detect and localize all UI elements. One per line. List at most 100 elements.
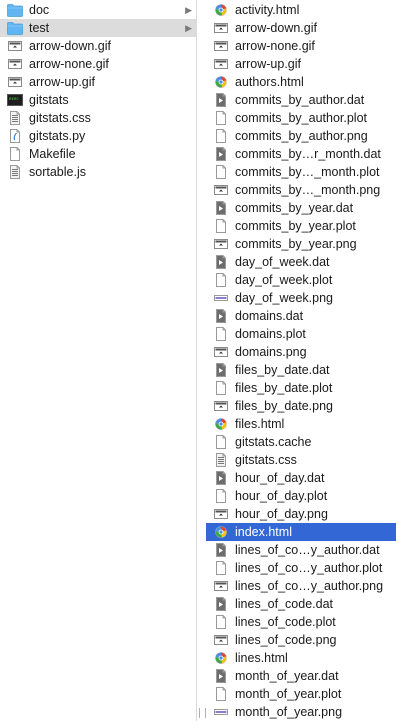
file-name-label: Makefile (29, 147, 76, 161)
file-name-label: month_of_year.png (235, 705, 343, 719)
document-icon (213, 687, 229, 701)
file-name-label: arrow-down.gif (235, 21, 317, 35)
document-icon (213, 489, 229, 503)
file-name-label: lines_of_co…y_author.dat (235, 543, 380, 557)
right-item-lines-html[interactable]: lines.html (206, 649, 396, 667)
left-item-arrow-down-gif[interactable]: arrow-down.gif (0, 37, 196, 55)
file-name-label: lines_of_co…y_author.plot (235, 561, 383, 575)
left-item-makefile[interactable]: Makefile (0, 145, 196, 163)
file-name-label: commits_by_year.png (235, 237, 357, 251)
right-item-gitstats-css[interactable]: gitstats.css (206, 451, 396, 469)
right-item-arrow-none-gif[interactable]: arrow-none.gif (206, 37, 396, 55)
left-column-list[interactable]: doc ▶ test ▶ arrow-down.gif arrow-none.gif arr… (0, 0, 196, 721)
right-item-commits-by-year-dat[interactable]: commits_by_year.dat (206, 199, 396, 217)
left-item-doc[interactable]: doc ▶ (0, 1, 196, 19)
left-item-arrow-up-gif[interactable]: arrow-up.gif (0, 73, 196, 91)
right-item-domains-png[interactable]: domains.png (206, 343, 396, 361)
file-name-label: files_by_date.dat (235, 363, 330, 377)
right-item-lines-of-co-y-author-dat[interactable]: lines_of_co…y_author.dat (206, 541, 396, 559)
left-item-test[interactable]: test ▶ (0, 19, 196, 37)
file-name-label: gitstats.cache (235, 435, 312, 449)
right-item-commits-by-r-month-dat[interactable]: commits_by…r_month.dat (206, 145, 396, 163)
python-file-icon (7, 129, 23, 143)
right-item-domains-dat[interactable]: domains.dat (206, 307, 396, 325)
right-item-commits-by-month-plot[interactable]: commits_by…_month.plot (206, 163, 396, 181)
right-item-hour-of-day-png[interactable]: hour_of_day.png (206, 505, 396, 523)
right-item-lines-of-co-y-author-png[interactable]: lines_of_co…y_author.png (206, 577, 396, 595)
right-item-day-of-week-dat[interactable]: day_of_week.dat (206, 253, 396, 271)
right-item-files-by-date-png[interactable]: files_by_date.png (206, 397, 396, 415)
file-name-label: arrow-none.gif (235, 39, 315, 53)
right-item-files-by-date-dat[interactable]: files_by_date.dat (206, 361, 396, 379)
right-item-hour-of-day-plot[interactable]: hour_of_day.plot (206, 487, 396, 505)
image-file-icon (213, 579, 229, 593)
file-name-label: domains.png (235, 345, 307, 359)
file-name-label: commits_by…r_month.dat (235, 147, 381, 161)
document-icon (213, 273, 229, 287)
document-icon (213, 615, 229, 629)
right-item-files-html[interactable]: files.html (206, 415, 396, 433)
html-file-icon (213, 3, 229, 17)
document-icon (213, 381, 229, 395)
right-item-commits-by-year-png[interactable]: commits_by_year.png (206, 235, 396, 253)
right-item-lines-of-co-y-author-plot[interactable]: lines_of_co…y_author.plot (206, 559, 396, 577)
right-item-lines-of-code-plot[interactable]: lines_of_code.plot (206, 613, 396, 631)
right-item-lines-of-code-dat[interactable]: lines_of_code.dat (206, 595, 396, 613)
css-file-icon (7, 165, 23, 179)
html-file-icon (213, 417, 229, 431)
right-item-day-of-week-plot[interactable]: day_of_week.plot (206, 271, 396, 289)
right-item-commits-by-author-plot[interactable]: commits_by_author.plot (206, 109, 396, 127)
left-item-sortable-js[interactable]: sortable.js (0, 163, 196, 181)
right-item-commits-by-author-dat[interactable]: commits_by_author.dat (206, 91, 396, 109)
chevron-right-icon: ▶ (185, 23, 192, 33)
file-name-label: hour_of_day.dat (235, 471, 325, 485)
right-item-activity-html[interactable]: activity.html (206, 1, 396, 19)
column-resize-handle[interactable] (199, 708, 206, 718)
right-item-files-by-date-plot[interactable]: files_by_date.plot (206, 379, 396, 397)
column-divider[interactable] (196, 0, 206, 721)
file-name-label: gitstats.css (29, 111, 91, 125)
document-icon (213, 219, 229, 233)
file-name-label: arrow-down.gif (29, 39, 111, 53)
right-item-day-of-week-png[interactable]: day_of_week.png (206, 289, 396, 307)
left-item-gitstats-py[interactable]: gitstats.py (0, 127, 196, 145)
file-name-label: files_by_date.png (235, 399, 333, 413)
folder-icon (7, 21, 23, 35)
left-item-gitstats-css[interactable]: gitstats.css (0, 109, 196, 127)
image-file-icon (213, 21, 229, 35)
file-name-label: files.html (235, 417, 285, 431)
right-item-commits-by-month-png[interactable]: commits_by…_month.png (206, 181, 396, 199)
image-file-icon (7, 39, 23, 53)
right-item-arrow-up-gif[interactable]: arrow-up.gif (206, 55, 396, 73)
right-item-month-of-year-dat[interactable]: month_of_year.dat (206, 667, 396, 685)
right-item-month-of-year-plot[interactable]: month_of_year.plot (206, 685, 396, 703)
right-item-domains-plot[interactable]: domains.plot (206, 325, 396, 343)
right-item-arrow-down-gif[interactable]: arrow-down.gif (206, 19, 396, 37)
right-item-gitstats-cache[interactable]: gitstats.cache (206, 433, 396, 451)
image-file-icon (213, 633, 229, 647)
image-file-icon (7, 75, 23, 89)
file-name-label: lines_of_co…y_author.png (235, 579, 384, 593)
file-name-label: arrow-up.gif (29, 75, 95, 89)
right-column-list[interactable]: activity.html arrow-down.gif arrow-none.gi… (206, 0, 396, 721)
right-item-lines-of-code-png[interactable]: lines_of_code.png (206, 631, 396, 649)
file-name-label: doc (29, 3, 50, 17)
file-name-label: month_of_year.plot (235, 687, 342, 701)
data-file-icon (213, 363, 229, 377)
left-item-gitstats[interactable]: exec gitstats (0, 91, 196, 109)
right-item-index-html[interactable]: index.html (206, 523, 396, 541)
svg-text:exec: exec (9, 96, 19, 101)
right-item-month-of-year-png[interactable]: month_of_year.png (206, 703, 396, 721)
right-item-hour-of-day-dat[interactable]: hour_of_day.dat (206, 469, 396, 487)
image-file-icon (213, 57, 229, 71)
file-name-label: sortable.js (29, 165, 86, 179)
html-file-icon (213, 525, 229, 539)
file-name-label: commits_by…_month.plot (235, 165, 380, 179)
file-name-label: hour_of_day.png (235, 507, 328, 521)
right-item-commits-by-author-png[interactable]: commits_by_author.png (206, 127, 396, 145)
file-name-label: index.html (235, 525, 292, 539)
right-item-commits-by-year-plot[interactable]: commits_by_year.plot (206, 217, 396, 235)
left-item-arrow-none-gif[interactable]: arrow-none.gif (0, 55, 196, 73)
file-name-label: gitstats.py (29, 129, 86, 143)
right-item-authors-html[interactable]: authors.html (206, 73, 396, 91)
